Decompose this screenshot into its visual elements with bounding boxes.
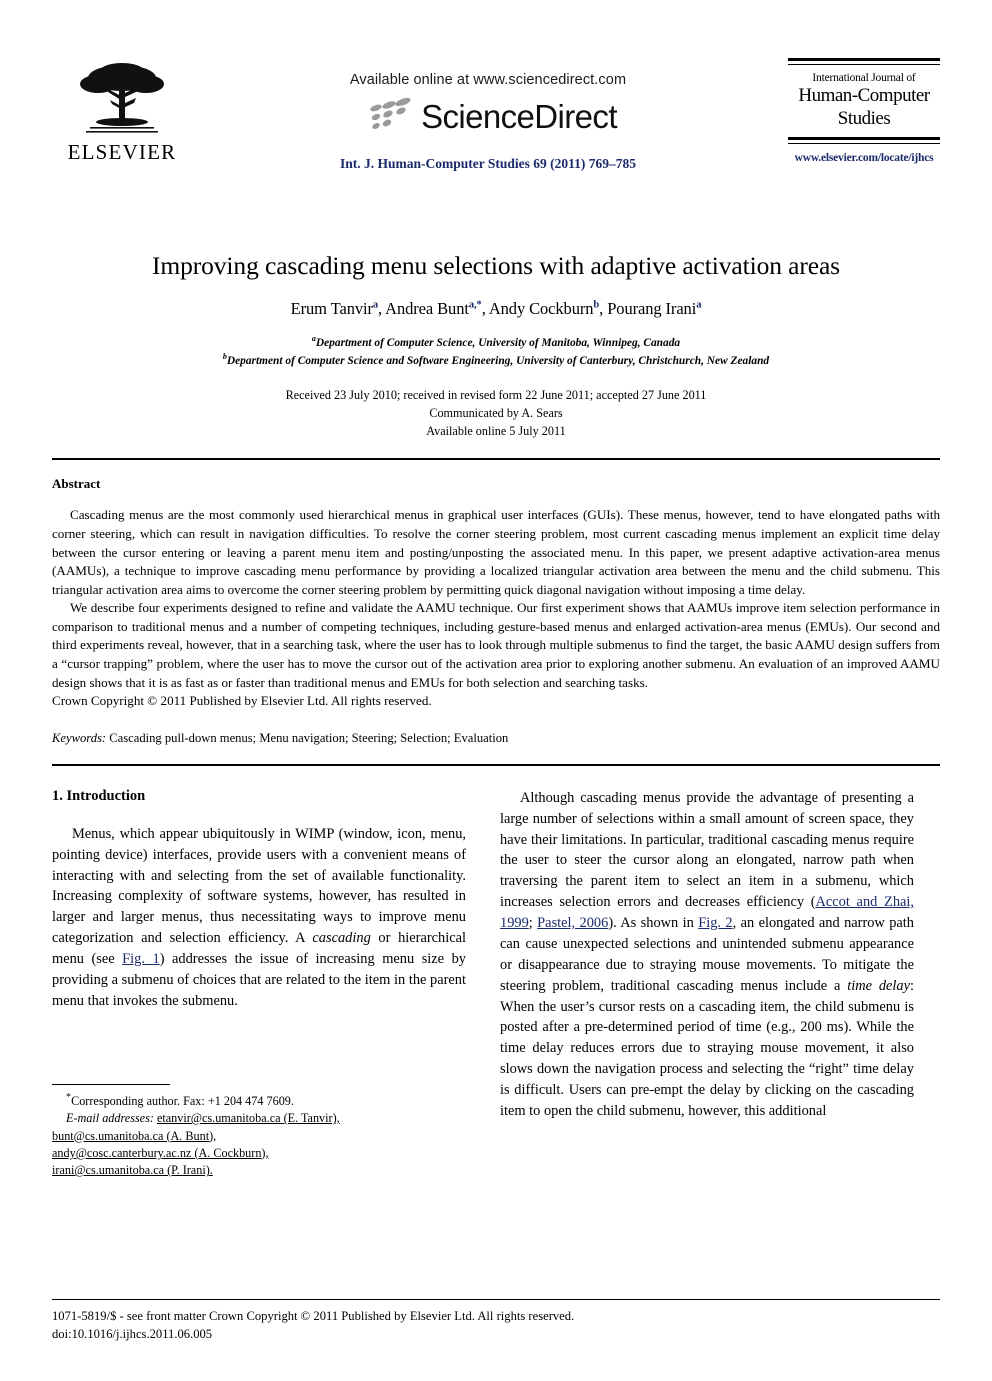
communicated-by: Communicated by A. Sears <box>429 405 563 420</box>
right-text-a: Although cascading menus provide the adv… <box>500 789 914 911</box>
abstract-section: Abstract Cascading menus are the most co… <box>52 476 940 710</box>
keywords-line: Keywords: Cascading pull-down menus; Men… <box>52 731 940 746</box>
intro-italic-cascading: cascading <box>312 930 371 947</box>
affiliation-b: bDepartment of Computer Science and Soft… <box>52 351 940 369</box>
intro-paragraph-left: Menus, which appear ubiquitously in WIMP… <box>52 824 466 1012</box>
right-text-c: ). As shown in <box>608 915 699 932</box>
author-affil-marker: a <box>696 299 702 311</box>
abstract-heading: Abstract <box>52 476 101 492</box>
affiliations: aDepartment of Computer Science, Univers… <box>52 333 940 370</box>
journal-cover-box: International Journal of Human-Computer … <box>788 58 940 164</box>
intro-paragraph-right: Although cascading menus provide the adv… <box>500 788 914 1122</box>
right-column: Although cascading menus provide the adv… <box>500 788 914 1122</box>
email-link-irani[interactable]: irani@cs.umanitoba.ca (P. Irani). <box>52 1163 213 1177</box>
page-footer: 1071-5819/$ - see front matter Crown Cop… <box>52 1298 940 1344</box>
keywords-label: Keywords: <box>52 730 107 745</box>
figure-1-link[interactable]: Fig. 1 <box>122 951 160 967</box>
available-online-text: Available online at www.sciencedirect.co… <box>349 72 627 88</box>
issn-copyright-line: 1071-5819/$ - see front matter Crown Cop… <box>52 1308 575 1323</box>
footnote-rule <box>52 1083 170 1085</box>
paper-page: ELSEVIER Available online at www.science… <box>0 58 992 1381</box>
left-column: 1. Introduction Menus, which appear ubiq… <box>52 787 466 1177</box>
author-name: Erum Tanvir <box>290 298 373 318</box>
email-first-line: E-mail addresses: etanvir@cs.umanitoba.c… <box>52 1110 466 1127</box>
author-list: Erum Tanvira, Andrea Bunta,*, Andy Cockb… <box>290 298 702 318</box>
email-link-bunt[interactable]: bunt@cs.umanitoba.ca (A. Bunt), <box>52 1129 216 1143</box>
author-name: Andrea Bunt <box>385 298 469 318</box>
abstract-paragraph-1: Cascading menus are the most commonly us… <box>52 507 940 597</box>
body-columns: 1. Introduction Menus, which appear ubiq… <box>52 787 940 1177</box>
body-top-rule <box>52 763 940 766</box>
right-italic-time-delay: time delay <box>847 977 910 994</box>
abstract-paragraph-2: We describe four experiments designed to… <box>52 600 940 690</box>
right-text-b: ; <box>528 915 538 932</box>
right-text-e: : When the user’s cursor rests on a casc… <box>500 977 914 1119</box>
journal-box-line1: International Journal of <box>812 72 916 84</box>
abstract-top-rule <box>52 458 940 461</box>
affiliation-a: aDepartment of Computer Science, Univers… <box>52 333 940 351</box>
keywords-value: Cascading pull-down menus; Menu navigati… <box>109 730 509 745</box>
email-line: irani@cs.umanitoba.ca (P. Irani). <box>52 1162 466 1179</box>
email-line: bunt@cs.umanitoba.ca (A. Bunt), <box>52 1128 466 1145</box>
author-affil-marker: b <box>593 299 600 311</box>
available-online-date: Available online 5 July 2011 <box>426 424 566 439</box>
journal-box-top-rule <box>788 58 940 65</box>
author-affil-marker: a <box>372 299 379 311</box>
section-heading-introduction: 1. Introduction <box>52 787 146 804</box>
journal-box-line3: Studies <box>837 108 891 130</box>
sciencedirect-wordmark: ScienceDirect <box>421 97 617 135</box>
page-header: ELSEVIER Available online at www.science… <box>52 58 940 208</box>
author-name: Andy Cockburn <box>488 298 594 318</box>
sciencedirect-swoosh-icon <box>370 97 411 130</box>
doi-line: doi:10.1016/j.ijhcs.2011.06.005 <box>52 1326 213 1341</box>
email-line: andy@cosc.canterbury.ac.nz (A. Cockburn)… <box>52 1145 466 1162</box>
page-title: Improving cascading menu selections with… <box>151 251 841 280</box>
elsevier-wordmark: ELSEVIER <box>67 140 177 164</box>
affiliation-text: Department of Computer Science, Universi… <box>315 336 681 349</box>
email-label: E-mail addresses: <box>66 1111 154 1126</box>
affiliation-text: Department of Computer Science and Softw… <box>226 355 770 367</box>
figure-2-link[interactable]: Fig. 2 <box>698 915 732 931</box>
journal-box-bottom-rule <box>788 136 940 144</box>
footnote-block: *Corresponding author. Fax: +1 204 474 7… <box>52 1083 466 1180</box>
email-link-cockburn[interactable]: andy@cosc.canterbury.ac.nz (A. Cockburn)… <box>52 1146 269 1160</box>
corresponding-text: Corresponding author. Fax: +1 204 474 76… <box>71 1093 294 1108</box>
title-block: Improving cascading menu selections with… <box>52 250 940 440</box>
journal-box-line2: Human-Computer <box>798 85 930 107</box>
elsevier-logo: ELSEVIER <box>62 58 182 163</box>
author-affil-marker: a,* <box>468 299 482 311</box>
sciencedirect-logo: ScienceDirect <box>288 96 688 136</box>
sciencedirect-block: Available online at www.sciencedirect.co… <box>288 72 688 172</box>
corresponding-author-note: *Corresponding author. Fax: +1 204 474 7… <box>52 1091 466 1110</box>
intro-text-a: Menus, which appear ubiquitously in WIMP… <box>52 825 466 947</box>
received-date: Received 23 July 2010; received in revis… <box>285 387 707 402</box>
email-link-tanvir[interactable]: etanvir@cs.umanitoba.ca (E. Tanvir), <box>157 1111 340 1125</box>
abstract-copyright: Crown Copyright © 2011 Published by Else… <box>52 693 432 709</box>
journal-url-link[interactable]: www.elsevier.com/locate/ijhcs <box>788 152 940 164</box>
author-name: Pourang Irani <box>607 298 697 318</box>
citation-link-pastel[interactable]: Pastel, 2006 <box>537 915 608 931</box>
elsevier-tree-icon <box>80 63 164 133</box>
footer-rule <box>52 1298 940 1300</box>
journal-citation: Int. J. Human-Computer Studies 69 (2011)… <box>339 156 637 171</box>
publication-dates: Received 23 July 2010; received in revis… <box>52 386 940 441</box>
